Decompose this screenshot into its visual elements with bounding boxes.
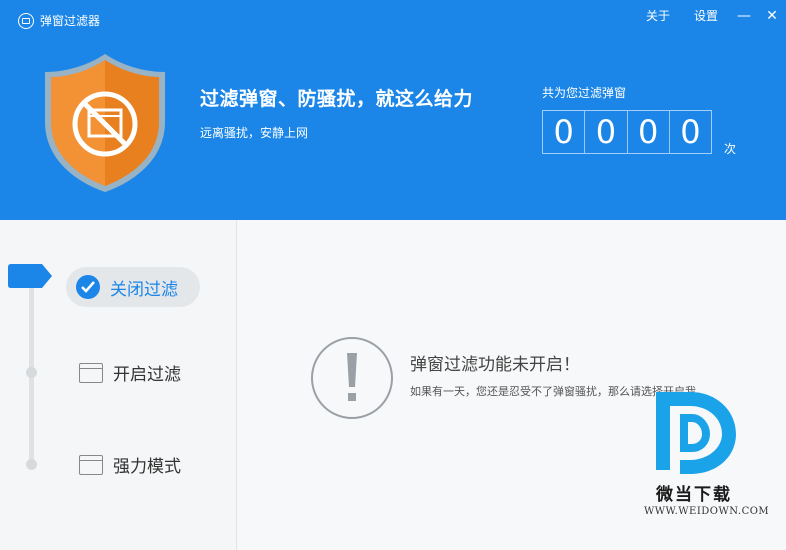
mode-strong-label: 强力模式 xyxy=(113,457,181,477)
mode-on-button[interactable]: 开启过滤 xyxy=(79,360,181,385)
app-title-bar: 弹窗过滤器 xyxy=(18,12,100,29)
counter-label: 共为您过滤弹窗 xyxy=(542,86,627,100)
subline: 远离骚扰，安静上网 xyxy=(200,126,309,140)
mode-strong-button[interactable]: 强力模式 xyxy=(79,452,181,477)
counter-digit: 0 xyxy=(680,113,701,151)
counter-digit: 0 xyxy=(628,111,670,153)
counter-unit: 次 xyxy=(724,142,737,156)
settings-menu[interactable]: 设置 xyxy=(682,6,730,26)
counter-digit: 0 xyxy=(543,111,586,153)
about-menu[interactable]: 关于 xyxy=(634,6,682,26)
top-menu: 关于 设置 — ✕ xyxy=(634,6,786,26)
exclamation-icon xyxy=(311,337,393,419)
close-button[interactable]: ✕ xyxy=(758,6,786,26)
shield-block-icon xyxy=(45,54,165,192)
window-icon xyxy=(79,362,103,383)
mode-off-button[interactable]: 关闭过滤 xyxy=(66,267,200,307)
counter-digit: 0 xyxy=(585,111,628,153)
app-title: 弹窗过滤器 xyxy=(40,14,101,28)
header-banner: 弹窗过滤器 关于 设置 — ✕ 过滤弹窗、防骚扰，就这么给力 远离骚扰，安静上网… xyxy=(0,0,786,220)
app-logo-icon xyxy=(18,12,34,29)
watermark-text: 微当下载 xyxy=(656,485,732,505)
active-marker-icon xyxy=(8,264,52,288)
status-title: 弹窗过滤功能未开启！ xyxy=(410,355,580,375)
check-circle-icon xyxy=(76,275,100,299)
window-stack-icon xyxy=(79,454,103,475)
mode-on-label: 开启过滤 xyxy=(113,365,181,385)
mode-off-label: 关闭过滤 xyxy=(110,279,178,300)
blocked-counter: 0 0 0 0 xyxy=(542,110,712,154)
minimize-button[interactable]: — xyxy=(730,6,758,26)
mode-sidebar: 关闭过滤 开启过滤 强力模式 xyxy=(0,220,237,550)
rail-dot xyxy=(26,459,37,470)
headline: 过滤弹窗、防骚扰，就这么给力 xyxy=(200,88,474,110)
watermark-url: WWW.WEIDOWN.COM xyxy=(644,506,770,517)
rail-dot xyxy=(26,367,37,378)
